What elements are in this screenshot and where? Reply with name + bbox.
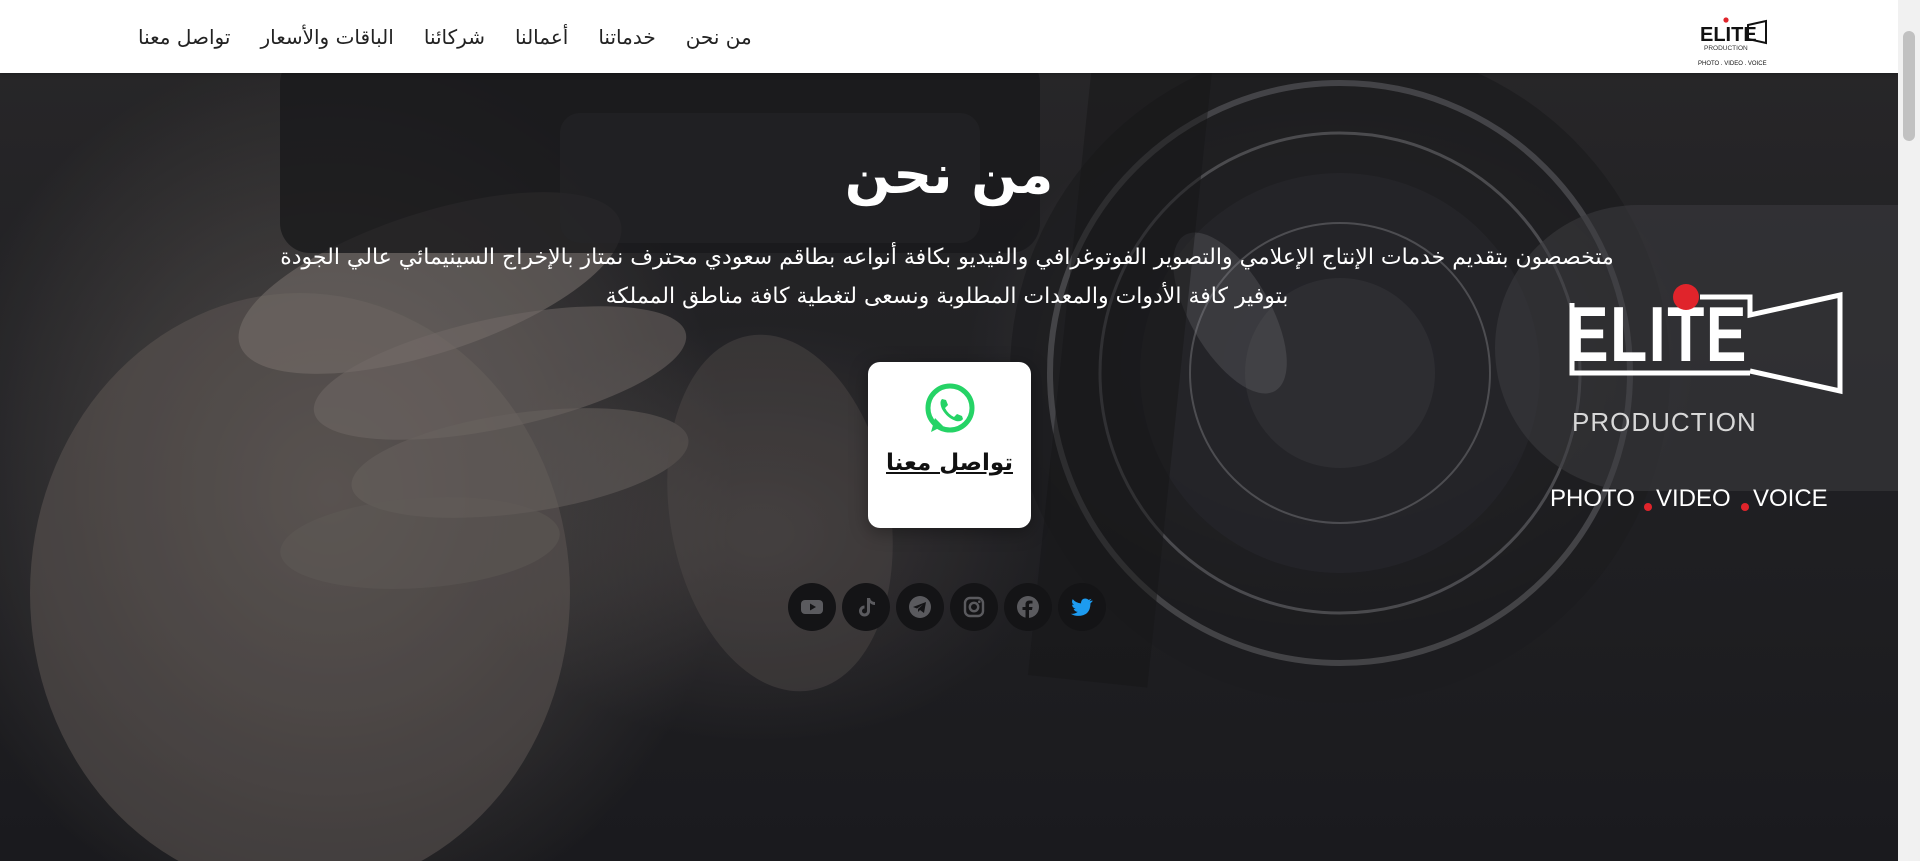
facebook-icon: [1017, 596, 1039, 618]
whatsapp-contact-button[interactable]: تواصل معنا: [868, 362, 1031, 528]
nav-works[interactable]: أعمالنا: [515, 25, 568, 49]
youtube-icon: [801, 600, 823, 614]
nav-menu: تواصل معنا الباقات والأسعار شركائنا أعما…: [138, 0, 752, 73]
nav-about[interactable]: من نحن: [686, 25, 752, 49]
nav-logo-tagline: PHOTO . VIDEO . VOICE: [1698, 61, 1767, 67]
top-navbar: تواصل معنا الباقات والأسعار شركائنا أعما…: [0, 0, 1898, 73]
telegram-icon: [909, 596, 931, 618]
hero-description: متخصصون بتقديم خدمات الإنتاج الإعلامي وا…: [280, 245, 1614, 309]
nav-logo-dot: [1723, 17, 1729, 23]
hero-section: ELITE PRODUCTION PHOTO VIDEO VOICE من نح…: [0, 73, 1898, 861]
youtube-button[interactable]: [788, 583, 836, 631]
nav-packages[interactable]: الباقات والأسعار: [260, 25, 393, 49]
instagram-button[interactable]: [950, 583, 998, 631]
page: تواصل معنا الباقات والأسعار شركائنا أعما…: [0, 0, 1920, 861]
twitter-icon: [1070, 598, 1093, 616]
page-scrollbar[interactable]: [1898, 0, 1920, 861]
telegram-button[interactable]: [896, 583, 944, 631]
nav-logo[interactable]: ELITE PRODUCTION PHOTO . VIDEO . VOICE: [1696, 13, 1772, 67]
page-title: من نحن: [844, 143, 1054, 206]
tiktok-icon: [859, 598, 875, 617]
nav-contact[interactable]: تواصل معنا: [138, 25, 230, 49]
scrollbar-thumb[interactable]: [1903, 31, 1915, 141]
nav-logo-sub: PRODUCTION: [1704, 45, 1748, 52]
logo-tagline-video: VIDEO: [1656, 485, 1731, 511]
tiktok-button[interactable]: [842, 583, 890, 631]
nav-partners[interactable]: شركائنا: [424, 25, 485, 49]
nav-services[interactable]: خدماتنا: [598, 25, 655, 49]
twitter-button[interactable]: [1058, 583, 1106, 631]
contact-label: تواصل معنا: [886, 450, 1013, 476]
instagram-icon: [963, 596, 985, 618]
logo-tagline-voice: VOICE: [1753, 485, 1828, 511]
logo-red-dot: [1673, 284, 1699, 310]
logo-sub: PRODUCTION: [1572, 407, 1757, 437]
facebook-button[interactable]: [1004, 583, 1052, 631]
whatsapp-icon: [925, 383, 974, 433]
logo-tagline-photo: PHOTO: [1550, 485, 1635, 511]
social-links: [788, 583, 1106, 631]
